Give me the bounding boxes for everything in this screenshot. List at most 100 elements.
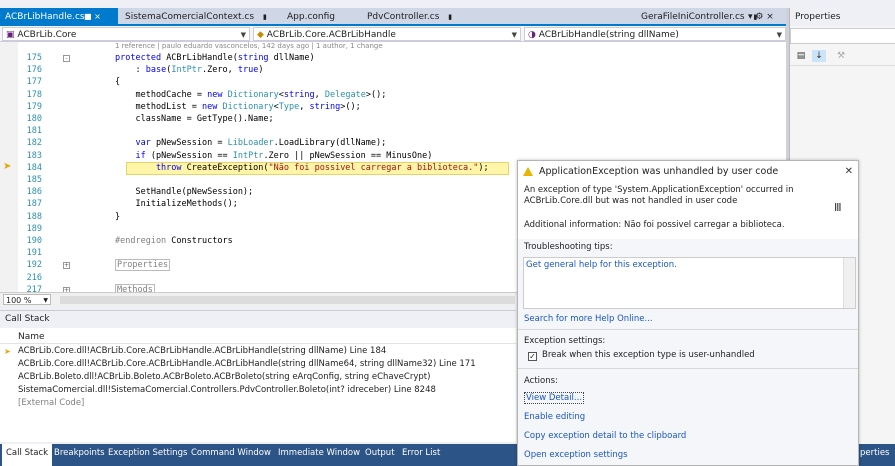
code-token: , bbox=[314, 89, 325, 100]
chevron-down-icon: ▼ bbox=[776, 31, 782, 39]
code-line[interactable]: { bbox=[115, 77, 120, 87]
code-line[interactable]: Methods bbox=[115, 283, 155, 292]
code-token: { bbox=[115, 77, 121, 88]
code-line[interactable]: InitializeMethods(); bbox=[115, 199, 238, 210]
chevron-down-icon: ▼ bbox=[511, 31, 517, 39]
code-lens[interactable]: 1 reference | paulo eduardo vasconcelos,… bbox=[115, 42, 383, 50]
project-dropdown[interactable]: ▣ ACBrLib.Core ▼ bbox=[2, 27, 250, 41]
object-selector[interactable] bbox=[790, 28, 895, 44]
horizontal-scrollbar[interactable] bbox=[60, 296, 515, 304]
code-token: string bbox=[283, 89, 315, 100]
call-stack-row[interactable]: ACBrLib.Boleto.dll!ACBrLib.Boleto.ACBrBo… bbox=[18, 371, 430, 384]
call-stack-row[interactable]: ACBrLib.Core.dll!ACBrLib.Core.ACBrLibHan… bbox=[18, 345, 386, 358]
code-line[interactable]: if (pNewSession == IntPtr.Zero || pNewSe… bbox=[115, 151, 432, 161]
code-token: new bbox=[202, 101, 223, 112]
code-token: methodList = bbox=[115, 101, 202, 112]
pin-icon[interactable]: ▮ bbox=[448, 13, 452, 21]
tab-app-config[interactable]: App.config bbox=[282, 8, 335, 26]
code-token: dllName) bbox=[268, 53, 315, 63]
call-stack-panel: Call Stack Name ➤ ACBrLib.Core.dll!ACBrL… bbox=[0, 310, 516, 442]
line-number: 185 bbox=[26, 175, 42, 185]
code-token: Delegate bbox=[324, 89, 366, 100]
tab-label: App.config bbox=[287, 12, 335, 22]
tips-scrollbar[interactable] bbox=[843, 258, 855, 308]
code-token: InitializeMethods(); bbox=[115, 199, 238, 210]
tab-acbrlibhandle[interactable]: ACBrLibHandle.cs ■ × bbox=[0, 8, 118, 26]
code-token: string bbox=[237, 53, 269, 63]
alphabetical-icon[interactable]: ↓ bbox=[812, 50, 826, 62]
chevron-down-icon: ▼ bbox=[240, 31, 246, 39]
pin-icon[interactable]: ▮ bbox=[263, 13, 267, 21]
general-help-link[interactable]: Get general help for this exception. bbox=[526, 260, 677, 270]
code-line[interactable]: #endregion Constructors bbox=[115, 236, 233, 246]
code-line[interactable]: className = GetType().Name; bbox=[115, 114, 273, 124]
code-line[interactable]: protected ACBrLibHandle(string dllName) bbox=[115, 53, 315, 63]
fold-toggle-icon[interactable]: - bbox=[63, 55, 70, 62]
tab-label: SistemaComercialContext.cs bbox=[125, 12, 255, 22]
call-stack-row[interactable]: ACBrLib.Core.dll!ACBrLib.Core.ACBrLibHan… bbox=[18, 358, 476, 371]
tab-overflow-controls[interactable]: ▾ ⚙ × bbox=[748, 8, 774, 26]
line-number: 183 bbox=[26, 150, 42, 161]
code-token: >(); bbox=[340, 101, 361, 112]
current-frame-arrow-icon: ➤ bbox=[4, 347, 11, 356]
zoom-level: 100 % bbox=[6, 296, 32, 305]
code-token: : bbox=[115, 65, 146, 76]
exception-details: Troubleshooting tips: Get general help f… bbox=[518, 239, 858, 465]
break-checkbox[interactable]: ✓ bbox=[528, 352, 537, 361]
call-stack-row[interactable]: SistemaComercial.dll!SistemaComercial.Co… bbox=[18, 384, 436, 397]
code-token: ); bbox=[478, 162, 489, 173]
code-token: CreateException( bbox=[186, 162, 269, 173]
tab-pin-close-icons[interactable]: ■ × bbox=[84, 8, 101, 26]
close-icon[interactable]: ✕ bbox=[845, 163, 853, 181]
tab-error-list[interactable]: Error List bbox=[402, 444, 440, 466]
tab-output[interactable]: Output bbox=[365, 444, 395, 466]
tab-exception-settings[interactable]: Exception Settings bbox=[108, 444, 187, 466]
tab-immediate-window[interactable]: Immediate Window bbox=[278, 444, 360, 466]
view-detail-link[interactable]: View Detail... bbox=[524, 392, 585, 404]
code-line[interactable]: methodCache = new Dictionary<string, Del… bbox=[115, 90, 386, 100]
enable-editing-link[interactable]: Enable editing bbox=[524, 412, 585, 422]
copy-exception-detail-link[interactable]: Copy exception detail to the clipboard bbox=[524, 431, 686, 441]
code-line[interactable]: methodList = new Dictionary<Type, string… bbox=[115, 101, 361, 112]
call-stack-row[interactable]: [External Code] bbox=[18, 397, 84, 410]
open-exception-settings-link[interactable]: Open exception settings bbox=[524, 450, 628, 460]
code-token: string bbox=[309, 101, 341, 112]
wrench-icon[interactable]: ⚒ bbox=[834, 50, 848, 62]
code-token: true bbox=[237, 65, 259, 76]
code-line[interactable]: } bbox=[115, 212, 120, 222]
type-dropdown[interactable]: ◆ ACBrLib.Core.ACBrLibHandle ▼ bbox=[253, 27, 521, 41]
code-line[interactable]: var pNewSession = LibLoader.LoadLibrary(… bbox=[115, 138, 386, 148]
exception-additional-info: Additional information: Não foi possivel… bbox=[524, 220, 785, 230]
warning-icon bbox=[523, 167, 533, 176]
search-online-link[interactable]: Search for more Help Online... bbox=[524, 314, 653, 324]
break-checkbox-label[interactable]: Break when this exception type is user-u… bbox=[542, 350, 755, 360]
tab-sistemacomercialcontext[interactable]: SistemaComercialContext.cs ▮ bbox=[120, 8, 267, 26]
line-number: 190 bbox=[26, 236, 42, 246]
tab-command-window[interactable]: Command Window bbox=[191, 444, 271, 466]
code-line[interactable]: SetHandle(pNewSession); bbox=[115, 187, 253, 197]
code-token: SetHandle(pNewSession); bbox=[115, 187, 254, 198]
zoom-dropdown[interactable]: 100 % ▼ bbox=[3, 294, 51, 305]
exception-header: ApplicationException was unhandled by us… bbox=[518, 163, 858, 181]
code-token: methodCache = bbox=[115, 89, 208, 100]
code-token: IntPtr bbox=[171, 65, 203, 76]
line-number: 178 bbox=[26, 89, 42, 100]
code-token: Type bbox=[278, 101, 300, 112]
fold-toggle-icon[interactable]: + bbox=[63, 262, 70, 270]
code-line[interactable]: throw CreateException("Não foi possivel … bbox=[115, 163, 489, 173]
code-line[interactable]: Properties bbox=[115, 259, 171, 272]
tab-call-stack[interactable]: Call Stack bbox=[2, 444, 53, 466]
code-token: .Zero || pNewSession == MinusOne) bbox=[263, 150, 433, 161]
column-header-name[interactable]: Name bbox=[0, 330, 516, 344]
tab-pdvcontroller[interactable]: PdvController.cs ▮ bbox=[362, 8, 452, 26]
member-dropdown[interactable]: ◑ ACBrLibHandle(string dllName) ▼ bbox=[524, 27, 786, 41]
line-number: 176 bbox=[26, 65, 42, 76]
code-line[interactable]: : base(IntPtr.Zero, true) bbox=[115, 65, 263, 75]
tab-breakpoints[interactable]: Breakpoints bbox=[54, 444, 105, 466]
categorized-icon[interactable]: ▤ bbox=[794, 50, 808, 62]
tab-gerafileinicontroller[interactable]: GeraFileIniController.cs ▮ bbox=[636, 8, 757, 26]
troubleshooting-tips-list: Get general help for this exception. bbox=[523, 257, 856, 309]
tab-properties[interactable]: perties bbox=[860, 444, 889, 466]
code-token: , bbox=[299, 101, 310, 112]
line-number: 186 bbox=[26, 187, 42, 198]
